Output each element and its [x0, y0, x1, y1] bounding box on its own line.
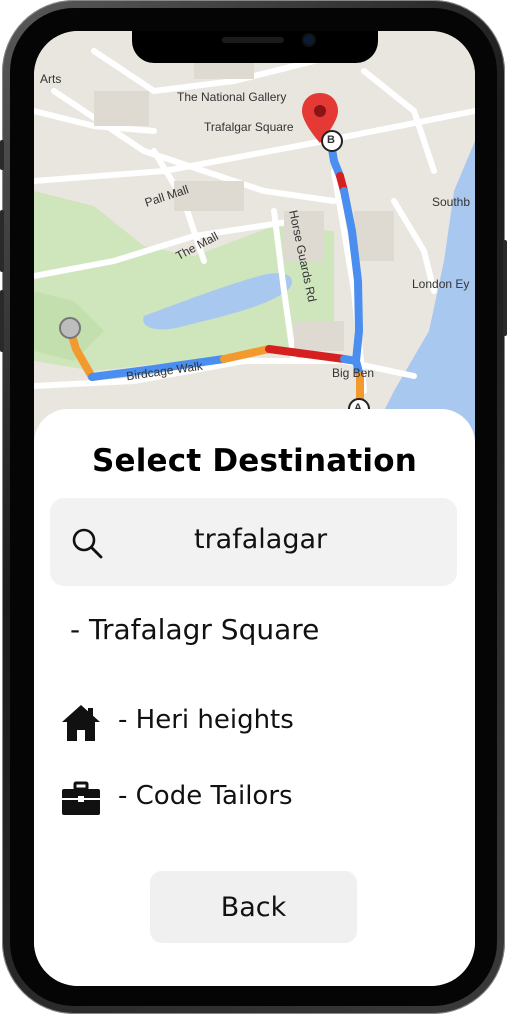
home-icon: [62, 705, 100, 741]
favorite-home[interactable]: - Heri heights: [60, 701, 440, 747]
favorite-home-label: - Heri heights: [118, 705, 294, 735]
marker-b-label: B: [327, 134, 335, 146]
search-icon[interactable]: [70, 526, 104, 560]
side-button: [0, 140, 4, 170]
notch: [132, 31, 378, 63]
map-label-london-eye: London Ey: [412, 277, 470, 291]
screen: Arts The National Gallery Trafalgar Squa…: [34, 31, 475, 986]
power-button: [503, 240, 507, 336]
map-label-national-gallery: The National Gallery: [177, 90, 287, 104]
route-map[interactable]: Arts The National Gallery Trafalgar Squa…: [34, 31, 475, 451]
favorite-work[interactable]: - Code Tailors: [60, 777, 440, 823]
route-start-dot[interactable]: [59, 317, 81, 339]
sheet-title: Select Destination: [91, 443, 418, 479]
map-label-big-ben: Big Ben: [332, 366, 375, 380]
volume-up-button: [0, 210, 4, 272]
map-label-trafalgar-square: Trafalgar Square: [204, 120, 294, 134]
favorite-work-label: - Code Tailors: [118, 781, 293, 811]
search-box[interactable]: trafalagar: [50, 498, 457, 586]
briefcase-icon: [62, 781, 100, 815]
search-result-item[interactable]: - Trafalagr Square: [70, 613, 319, 646]
front-camera: [304, 35, 314, 45]
map-label-southbank: Southb: [432, 195, 471, 209]
search-input[interactable]: trafalagar: [194, 524, 327, 555]
back-button[interactable]: Back: [150, 871, 357, 943]
speaker: [222, 37, 284, 43]
volume-down-button: [0, 290, 4, 352]
map-label-arts: Arts: [40, 72, 62, 86]
